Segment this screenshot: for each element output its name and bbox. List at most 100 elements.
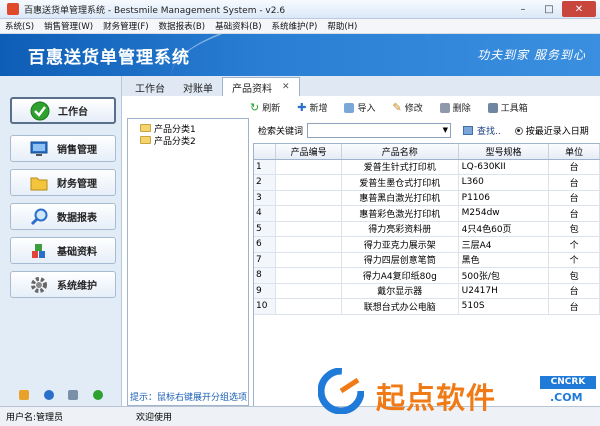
tab-bar: 工作台 对账单 产品资料 ✕ [122, 76, 600, 96]
product-model: U2417H [458, 283, 550, 299]
menu-sales[interactable]: 销售管理(W) [39, 20, 98, 32]
menu-reports[interactable]: 数据报表(B) [154, 20, 210, 32]
window-controls: – □ ✕ [510, 1, 596, 17]
edit-icon[interactable] [19, 390, 30, 400]
monitor-icon [29, 139, 49, 159]
sidebar: 工作台 销售管理 财务管理 数据报表 基础资料 系统维护 [0, 76, 122, 406]
product-name: 联想台式办公电脑 [341, 298, 459, 315]
product-unit: 个 [548, 236, 600, 253]
maximize-button[interactable]: □ [536, 1, 562, 17]
magnifier-icon [29, 207, 49, 227]
table-header-row: 产品编号 产品名称 型号规格 单位 [254, 144, 600, 160]
sidebar-item-finance[interactable]: 财务管理 [10, 169, 116, 196]
add-button[interactable]: ✚ 新增 [297, 101, 327, 114]
find-label: 查找.. [477, 127, 501, 137]
sort-by-date-radio[interactable]: 按最近录入日期 [514, 124, 589, 137]
find-button[interactable]: 查找.. [463, 124, 501, 137]
refresh-icon: ↻ [250, 101, 260, 114]
product-model: 三层A4 [458, 236, 550, 253]
sidebar-item-basic-data[interactable]: 基础资料 [10, 237, 116, 264]
menu-basic-data[interactable]: 基础资料(B) [210, 20, 266, 32]
window-title: 百惠送货单管理系统 - Bestsmile Management System … [24, 5, 286, 16]
table-row[interactable]: 3 惠普黑白激光打印机 P1106 台 [254, 190, 600, 206]
menu-maintenance[interactable]: 系统维护(P) [267, 20, 323, 32]
tree-node-category-2[interactable]: 产品分类2 [140, 134, 248, 147]
row-number: 10 [254, 298, 277, 315]
product-model: 510S [458, 298, 550, 315]
tree-node-category-1[interactable]: 产品分类1 [140, 122, 248, 135]
menu-system[interactable]: 系统(S) [0, 20, 39, 32]
watermark-logo: 起点软件 CNCRK .COM [318, 366, 600, 426]
folder-icon [29, 173, 49, 193]
watermark-swirl-icon [318, 368, 364, 414]
import-button[interactable]: 导入 [344, 101, 375, 114]
product-name: 得力亚克力展示架 [341, 236, 459, 253]
column-header-unit[interactable]: 单位 [548, 144, 600, 160]
blocks-icon [29, 241, 49, 261]
column-header-model[interactable]: 型号规格 [458, 144, 550, 160]
sidebar-item-sales[interactable]: 销售管理 [10, 135, 116, 162]
edit-label: 修改 [404, 104, 423, 114]
refresh-button[interactable]: ↻ 刷新 [250, 101, 280, 114]
gear-icon [29, 275, 49, 295]
product-name: 得力四层创意笔筒 [341, 252, 459, 268]
delete-label: 删除 [452, 104, 471, 114]
sidebar-item-workbench[interactable]: 工作台 [10, 97, 116, 124]
screen-icon[interactable] [68, 390, 79, 400]
product-name: 得力A4复印纸80g [341, 267, 459, 284]
delete-button[interactable]: 删除 [439, 101, 471, 114]
row-number: 2 [254, 174, 277, 191]
edit-button[interactable]: ✎ 修改 [392, 101, 422, 114]
toolbox-button[interactable]: 工具箱 [487, 101, 528, 114]
category-tree: 产品分类1 产品分类2 提示：鼠标右键展开分组选项 [127, 118, 249, 406]
refresh-label: 刷新 [262, 104, 281, 114]
sidebar-item-maintenance[interactable]: 系统维护 [10, 271, 116, 298]
table-row[interactable]: 4 惠普彩色激光打印机 M254dw 台 [254, 205, 600, 222]
product-unit: 台 [548, 159, 600, 175]
sidebar-item-reports[interactable]: 数据报表 [10, 203, 116, 230]
status-user: 用户名:管理员 [6, 413, 64, 423]
sidebar-item-label: 基础资料 [57, 247, 97, 258]
product-model: P1106 [458, 190, 550, 206]
table-row[interactable]: 2 爱普生墨仓式打印机 L360 台 [254, 174, 600, 191]
menu-finance[interactable]: 财务管理(F) [98, 20, 154, 32]
column-header-code[interactable]: 产品编号 [275, 144, 342, 160]
info-icon[interactable] [43, 390, 54, 400]
close-button[interactable]: ✕ [562, 1, 596, 17]
product-model: LQ-630KII [458, 159, 550, 175]
radio-selected-icon [514, 126, 523, 135]
column-header-name[interactable]: 产品名称 [341, 144, 459, 160]
tab-statement[interactable]: 对账单 [174, 78, 222, 96]
search-keyword-input[interactable]: ▼ [307, 123, 452, 138]
tab-workbench[interactable]: 工作台 [126, 78, 174, 96]
menu-help[interactable]: 帮助(H) [322, 20, 362, 32]
table-row[interactable]: 9 戴尔显示器 U2417H 台 [254, 283, 600, 299]
row-number: 6 [254, 236, 277, 253]
chevron-down-icon[interactable]: ▼ [443, 126, 448, 134]
watermark-domain: .COM [550, 391, 583, 404]
search-label: 检索关键词 [258, 127, 304, 137]
product-name: 得力亮彩资料册 [341, 221, 459, 237]
toolbox-icon [487, 102, 498, 113]
table-row[interactable]: 10 联想台式办公电脑 510S 台 [254, 298, 600, 315]
menu-bar: 系统(S) 销售管理(W) 财务管理(F) 数据报表(B) 基础资料(B) 系统… [0, 19, 600, 34]
tab-label: 对账单 [183, 83, 213, 95]
tab-product-data[interactable]: 产品资料 ✕ [222, 77, 300, 96]
power-icon[interactable] [92, 390, 103, 400]
table-row[interactable]: 6 得力亚克力展示架 三层A4 个 [254, 236, 600, 253]
product-code [275, 236, 342, 253]
row-number: 9 [254, 283, 277, 299]
trash-icon [439, 102, 450, 113]
product-code [275, 283, 342, 299]
minimize-button[interactable]: – [510, 1, 536, 17]
table-row[interactable]: 1 爱普生针式打印机 LQ-630KII 台 [254, 159, 600, 175]
product-unit: 台 [548, 283, 600, 299]
product-code [275, 159, 342, 175]
table-row[interactable]: 8 得力A4复印纸80g 500张/包 包 [254, 267, 600, 284]
table-row[interactable]: 5 得力亮彩资料册 4只4色60页 包 [254, 221, 600, 237]
product-code [275, 205, 342, 222]
product-unit: 台 [548, 190, 600, 206]
close-icon[interactable]: ✕ [282, 82, 290, 92]
radio-label: 按最近录入日期 [525, 127, 589, 137]
table-row[interactable]: 7 得力四层创意笔筒 黑色 个 [254, 252, 600, 268]
